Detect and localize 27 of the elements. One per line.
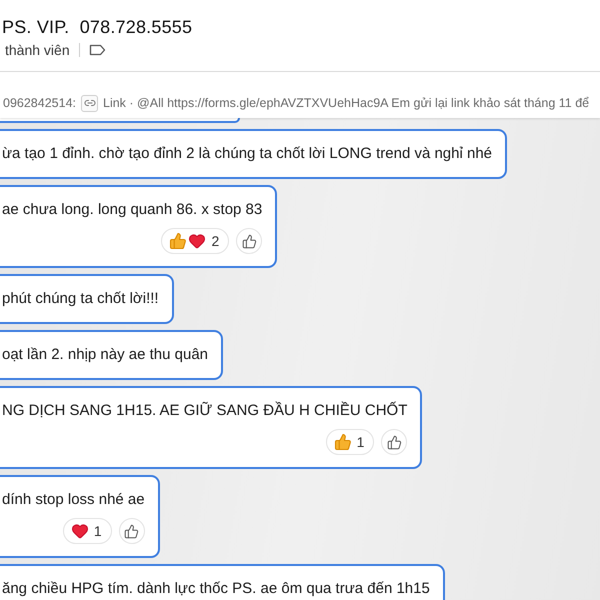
like-button[interactable] <box>381 429 408 456</box>
link-icon <box>81 94 98 112</box>
thumbs-up-icon <box>242 234 257 249</box>
message-text: oạt lần 2. nhịp này ae thu quân <box>2 345 208 366</box>
heart-icon <box>70 522 89 540</box>
pinned-message-bar[interactable]: 0962842514: Link · @All https://forms.gle/ephAVZTXVUehHac9A Em gửi lại link khảo sát tháng 11 để <box>0 72 600 118</box>
heart-icon <box>188 232 206 250</box>
message-text: dính stop loss nhé ae <box>2 490 145 510</box>
thumbs-up-icon <box>124 524 140 539</box>
reaction-button[interactable]: 1 <box>326 429 374 456</box>
message-text: ae chưa long. long quanh 86. x stop 83 <box>2 200 262 220</box>
like-button[interactable] <box>236 228 262 254</box>
thumbs-up-icon <box>169 232 188 250</box>
pinned-message-text: Link · @All https://forms.gle/ephAVZTXVUehHac9A Em gửi lại link khảo sát tháng 11 để <box>103 95 590 112</box>
chat-title: PS. VIP. 078.728.5555 <box>2 16 194 38</box>
member-count[interactable]: thành viên <box>5 40 70 60</box>
tag-icon[interactable] <box>88 44 106 56</box>
thumbs-up-icon <box>386 434 402 450</box>
like-button[interactable] <box>118 518 145 544</box>
message-text: NG DỊCH SANG 1H15. AE GIỮ SANG ĐẦU H CHIỀU CHỐT <box>2 400 408 422</box>
message-text: ừa tạo 1 đỉnh. chờ tạo đỉnh 2 là chúng ta chốt lời LONG trend và nghỉ nhé <box>2 144 492 164</box>
message-text: ăng chiều HPG tím. dành lực thốc PS. ae ôm qua trưa đến 1h15 <box>2 579 430 600</box>
thumbs-up-icon <box>334 433 352 452</box>
pinned-sender: 0962842514: <box>3 95 76 112</box>
reaction-button[interactable]: 2 <box>161 228 230 254</box>
message-text: phút chúng ta chốt lời!!! <box>2 289 159 310</box>
reaction-button[interactable]: 1 <box>62 518 112 544</box>
